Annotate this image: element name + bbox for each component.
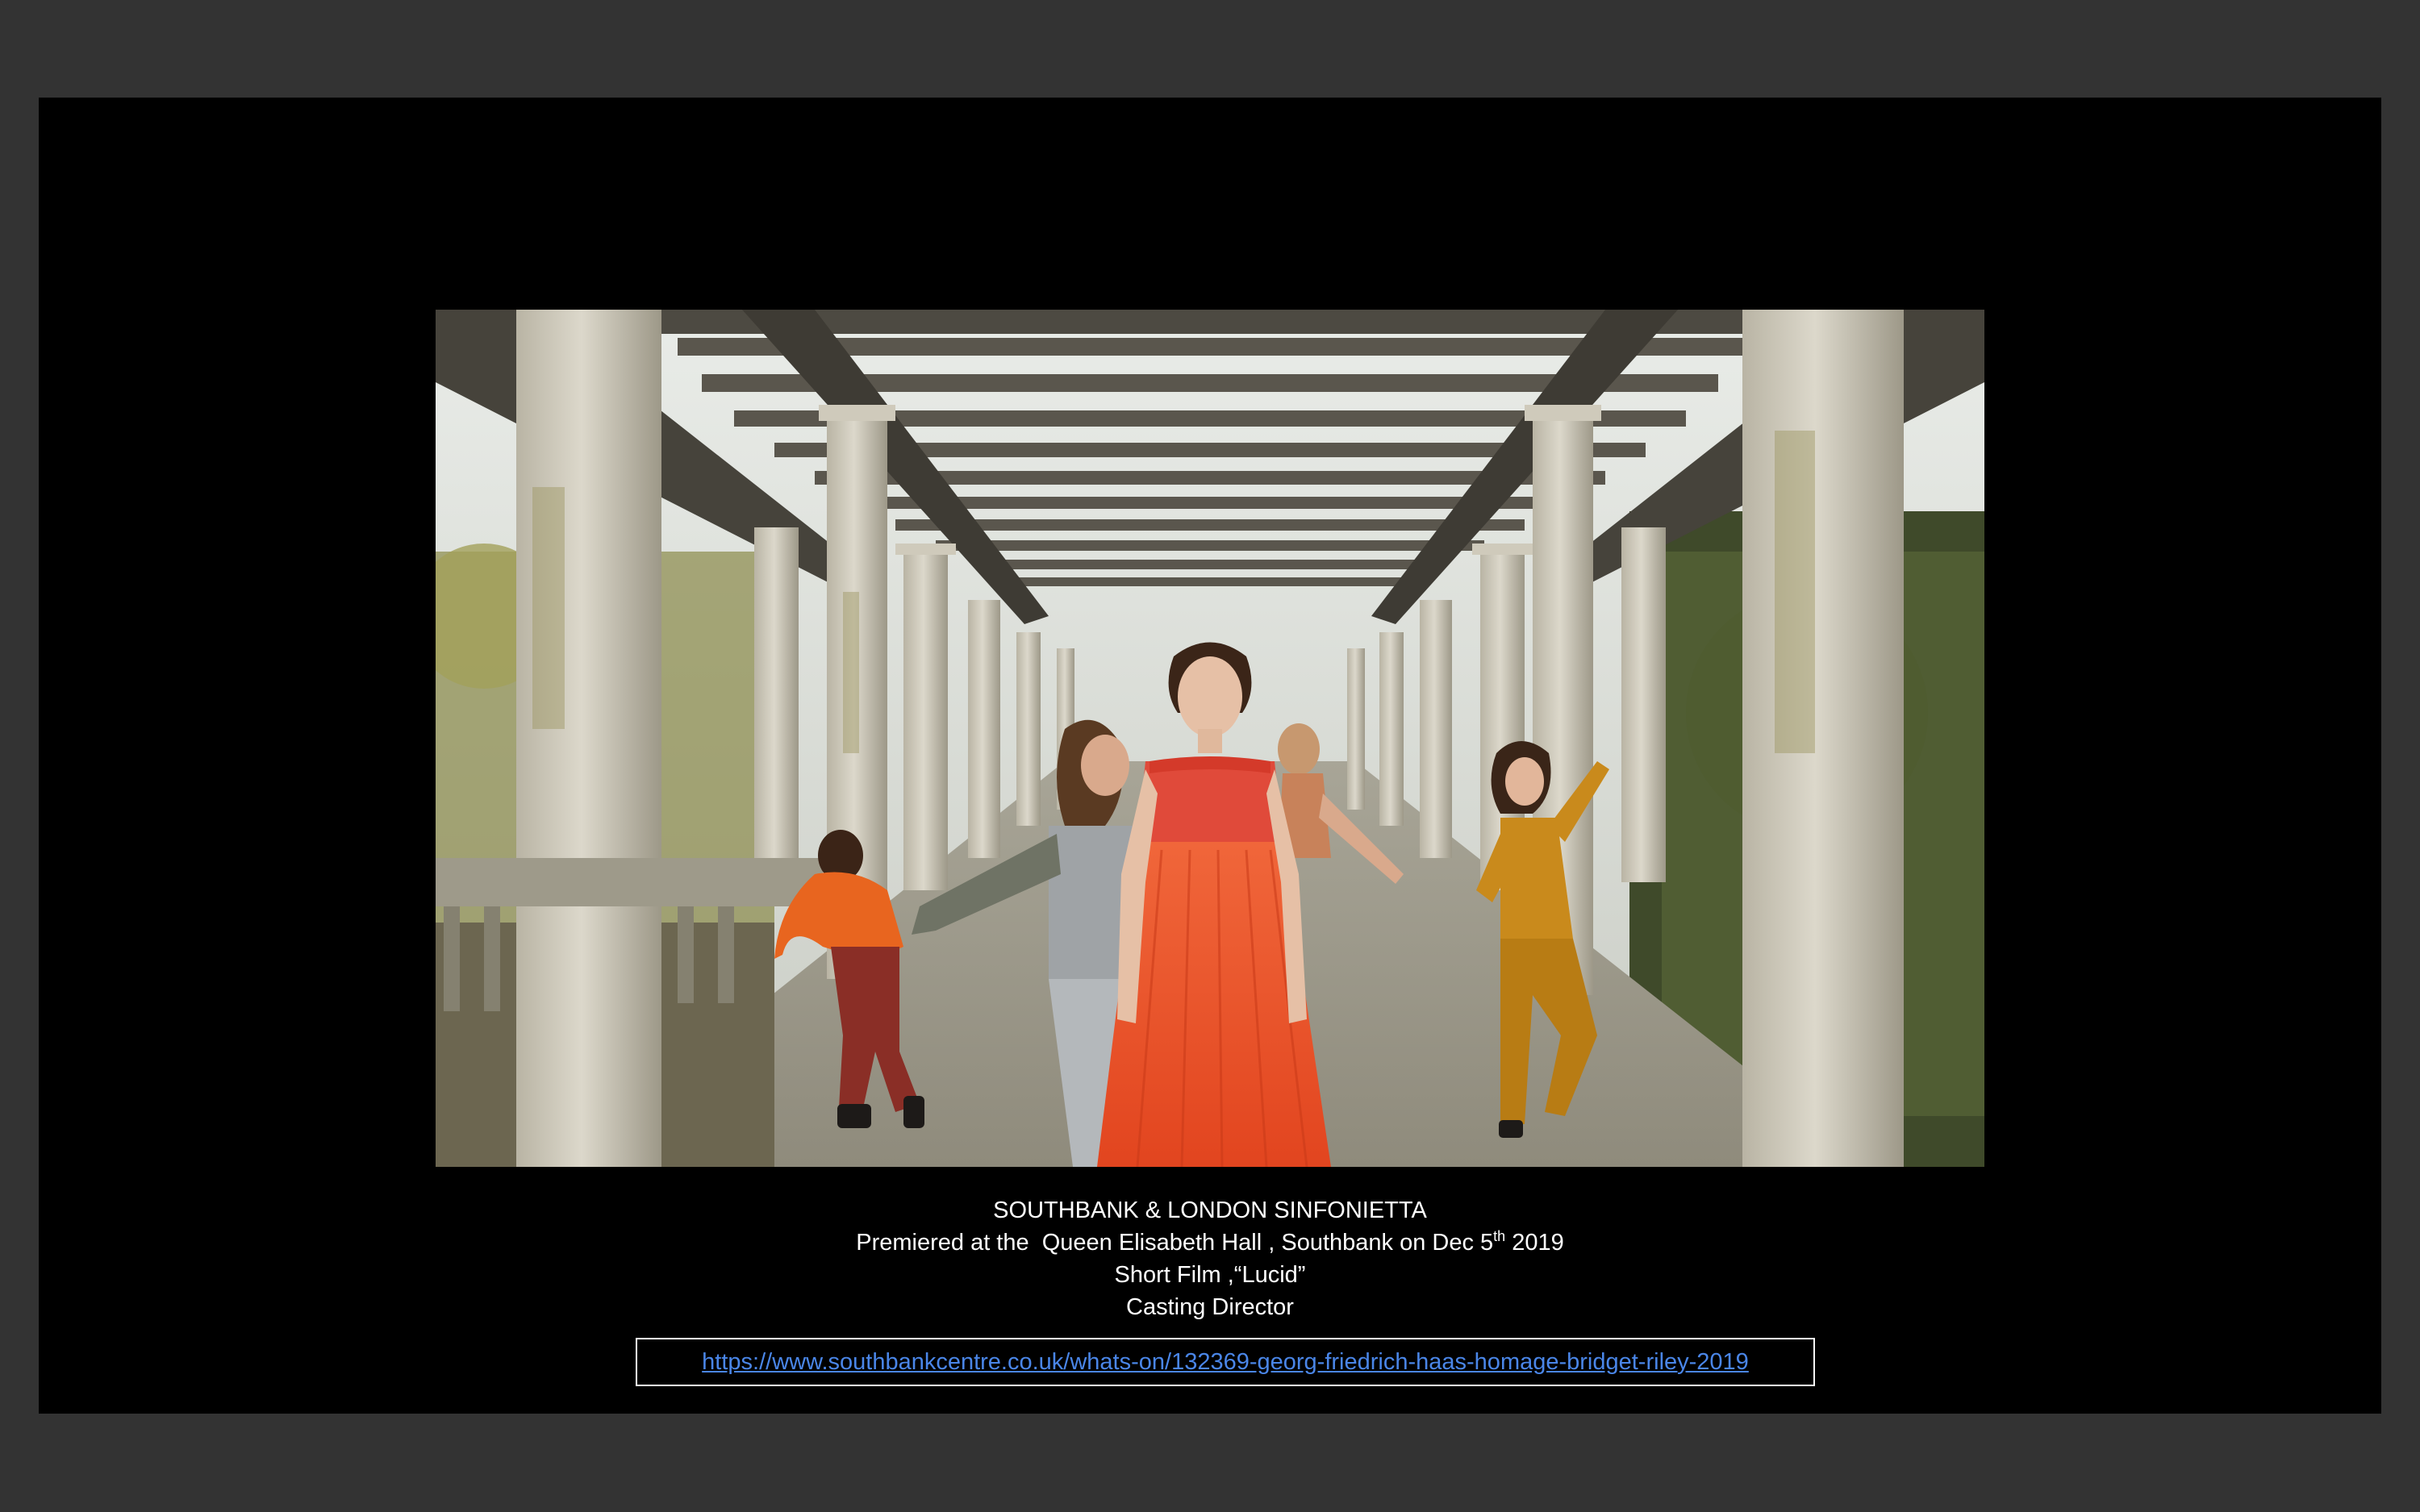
presentation-viewer: SOUTHBANK & LONDON SINFONIETTA Premiered…: [0, 0, 2420, 1512]
caption-role: Casting Director: [1126, 1294, 1294, 1320]
southbank-link[interactable]: https://www.southbankcentre.co.uk/whats-…: [702, 1349, 1749, 1376]
slide-caption: SOUTHBANK & LONDON SINFONIETTA Premiered…: [39, 1194, 2381, 1323]
caption-title: SOUTHBANK & LONDON SINFONIETTA: [993, 1198, 1427, 1223]
caption-premiere: Premiered at the Queen Elisabeth Hall , …: [856, 1228, 1564, 1256]
caption-film: Short Film ,“Lucid”: [1114, 1262, 1306, 1288]
link-box: https://www.southbankcentre.co.uk/whats-…: [636, 1338, 1815, 1386]
slide: SOUTHBANK & LONDON SINFONIETTA Premiered…: [39, 98, 2381, 1414]
dance-photo: [436, 310, 1984, 1167]
